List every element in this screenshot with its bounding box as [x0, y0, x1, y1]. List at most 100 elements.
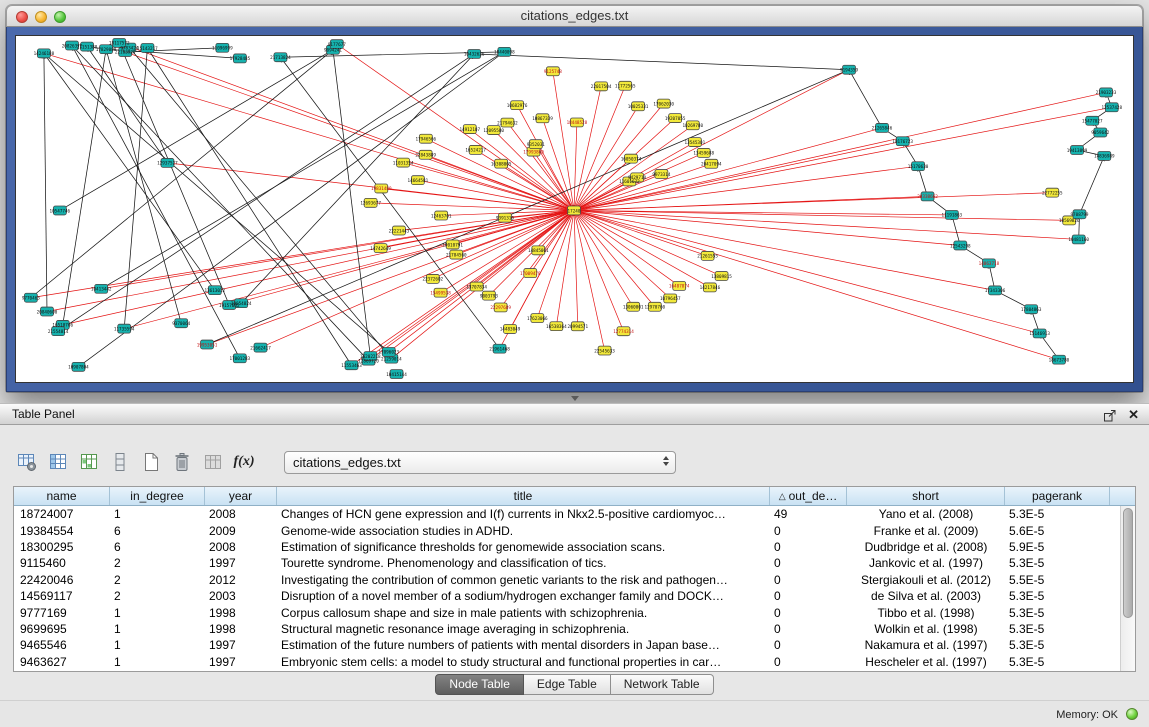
import-table-icon[interactable]	[200, 449, 226, 475]
tab-node-table[interactable]: Node Table	[435, 674, 524, 695]
table-row[interactable]: 1456911722003Disruption of a novel membe…	[14, 588, 1120, 604]
cell-in-degree[interactable]: 2	[110, 573, 205, 587]
edit-table-icon[interactable]	[76, 449, 102, 475]
cell-name[interactable]: 14569117	[14, 589, 110, 603]
cell-name[interactable]: 18724007	[14, 507, 110, 521]
cell-title[interactable]: Corpus callosum shape and size in male p…	[277, 606, 770, 620]
column-header-pagerank[interactable]: pagerank	[1005, 487, 1110, 505]
cell-short[interactable]: Dudbridge et al. (2008)	[847, 540, 1005, 554]
tab-network-table[interactable]: Network Table	[611, 674, 714, 695]
cell-in-degree[interactable]: 2	[110, 556, 205, 570]
cell-in-degree[interactable]: 1	[110, 638, 205, 652]
cell-short[interactable]: Hescheler et al. (1997)	[847, 655, 1005, 669]
float-panel-icon[interactable]	[1103, 409, 1117, 422]
cell-year[interactable]: 2012	[205, 573, 277, 587]
cell-pagerank[interactable]: 5.3E-5	[1005, 606, 1110, 620]
cell-title[interactable]: Disruption of a novel member of a sodium…	[277, 589, 770, 603]
cell-title[interactable]: Genome-wide association studies in ADHD.	[277, 524, 770, 538]
cell-name[interactable]: 9777169	[14, 606, 110, 620]
cell-in-degree[interactable]: 6	[110, 524, 205, 538]
cell-short[interactable]: Stergiakouli et al. (2012)	[847, 573, 1005, 587]
table-row[interactable]: 969969511998Structural magnetic resonanc…	[14, 621, 1120, 637]
cell-in-degree[interactable]: 1	[110, 606, 205, 620]
cell-title[interactable]: Tourette syndrome. Phenomenology and cla…	[277, 556, 770, 570]
table-row[interactable]: 2242004622012Investigating the contribut…	[14, 572, 1120, 588]
cell-out-degree[interactable]: 49	[770, 507, 847, 521]
table-mode-icon[interactable]	[14, 449, 40, 475]
cell-name[interactable]: 18300295	[14, 540, 110, 554]
column-header-short[interactable]: short	[847, 487, 1005, 505]
cell-pagerank[interactable]: 5.3E-5	[1005, 622, 1110, 636]
cell-title[interactable]: Estimation of the future numbers of pati…	[277, 638, 770, 652]
tab-edge-table[interactable]: Edge Table	[524, 674, 611, 695]
cell-pagerank[interactable]: 5.3E-5	[1005, 556, 1110, 570]
cell-short[interactable]: Nakamura et al. (1997)	[847, 638, 1005, 652]
minimize-button[interactable]	[35, 11, 47, 23]
cell-name[interactable]: 9699695	[14, 622, 110, 636]
delete-table-icon[interactable]	[169, 449, 195, 475]
table-row[interactable]: 977716911998Corpus callosum shape and si…	[14, 604, 1120, 620]
close-button[interactable]	[16, 11, 28, 23]
cell-in-degree[interactable]: 2	[110, 589, 205, 603]
cell-title[interactable]: Changes of HCN gene expression and I(f) …	[277, 507, 770, 521]
cell-pagerank[interactable]: 5.3E-5	[1005, 638, 1110, 652]
table-selector-combo[interactable]: citations_edges.txt	[284, 451, 676, 474]
zoom-button[interactable]	[54, 11, 66, 23]
cell-title[interactable]: Embryonic stem cells: a model to study s…	[277, 655, 770, 669]
new-table-icon[interactable]	[138, 449, 164, 475]
cell-title[interactable]: Estimation of significance thresholds fo…	[277, 540, 770, 554]
cell-year[interactable]: 1998	[205, 606, 277, 620]
cell-in-degree[interactable]: 1	[110, 655, 205, 669]
cell-name[interactable]: 22420046	[14, 573, 110, 587]
cell-year[interactable]: 1998	[205, 622, 277, 636]
close-panel-icon[interactable]: ✕	[1128, 408, 1139, 422]
cell-out-degree[interactable]: 0	[770, 556, 847, 570]
cell-out-degree[interactable]: 0	[770, 622, 847, 636]
cell-short[interactable]: Yano et al. (2008)	[847, 507, 1005, 521]
cell-in-degree[interactable]: 1	[110, 622, 205, 636]
cell-year[interactable]: 2008	[205, 540, 277, 554]
scrollbar-thumb[interactable]	[1123, 508, 1133, 618]
cell-title[interactable]: Structural magnetic resonance image aver…	[277, 622, 770, 636]
cell-out-degree[interactable]: 0	[770, 655, 847, 669]
cell-short[interactable]: Jankovic et al. (1997)	[847, 556, 1005, 570]
cell-name[interactable]: 9465546	[14, 638, 110, 652]
table-row[interactable]: 1938455462009Genome-wide association stu…	[14, 522, 1120, 538]
cell-year[interactable]: 2003	[205, 589, 277, 603]
column-header-out-degree[interactable]: △out_de…	[770, 487, 847, 505]
table-row[interactable]: 911546021997Tourette syndrome. Phenomeno…	[14, 555, 1120, 571]
window-titlebar[interactable]: citations_edges.txt	[6, 5, 1143, 27]
cell-pagerank[interactable]: 5.9E-5	[1005, 540, 1110, 554]
table-row[interactable]: 1830029562008Estimation of significance …	[14, 539, 1120, 555]
cell-short[interactable]: Tibbo et al. (1998)	[847, 606, 1005, 620]
cell-pagerank[interactable]: 5.3E-5	[1005, 589, 1110, 603]
cell-pagerank[interactable]: 5.3E-5	[1005, 655, 1110, 669]
cell-out-degree[interactable]: 0	[770, 524, 847, 538]
column-header-in-degree[interactable]: in_degree	[110, 487, 205, 505]
cell-name[interactable]: 19384554	[14, 524, 110, 538]
table-row[interactable]: 1872400712008Changes of HCN gene express…	[14, 506, 1120, 522]
show-columns-icon[interactable]	[45, 449, 71, 475]
cell-year[interactable]: 2009	[205, 524, 277, 538]
cell-pagerank[interactable]: 5.6E-5	[1005, 524, 1110, 538]
cell-in-degree[interactable]: 1	[110, 507, 205, 521]
cell-out-degree[interactable]: 0	[770, 573, 847, 587]
table-row[interactable]: 946554611997Estimation of the future num…	[14, 637, 1120, 653]
column-header-year[interactable]: year	[205, 487, 277, 505]
cell-pagerank[interactable]: 5.5E-5	[1005, 573, 1110, 587]
cell-short[interactable]: Franke et al. (2009)	[847, 524, 1005, 538]
cell-name[interactable]: 9463627	[14, 655, 110, 669]
cell-out-degree[interactable]: 0	[770, 540, 847, 554]
table-row[interactable]: 946362711997Embryonic stem cells: a mode…	[14, 654, 1120, 670]
cell-out-degree[interactable]: 0	[770, 638, 847, 652]
cell-short[interactable]: de Silva et al. (2003)	[847, 589, 1005, 603]
cell-short[interactable]: Wolkin et al. (1998)	[847, 622, 1005, 636]
splitter-handle-icon[interactable]	[571, 396, 579, 401]
cell-out-degree[interactable]: 0	[770, 606, 847, 620]
panel-splitter[interactable]	[0, 392, 1149, 403]
column-header-name[interactable]: name	[14, 487, 110, 505]
cell-name[interactable]: 9115460	[14, 556, 110, 570]
cell-year[interactable]: 1997	[205, 556, 277, 570]
cell-pagerank[interactable]: 5.3E-5	[1005, 507, 1110, 521]
cell-year[interactable]: 1997	[205, 655, 277, 669]
